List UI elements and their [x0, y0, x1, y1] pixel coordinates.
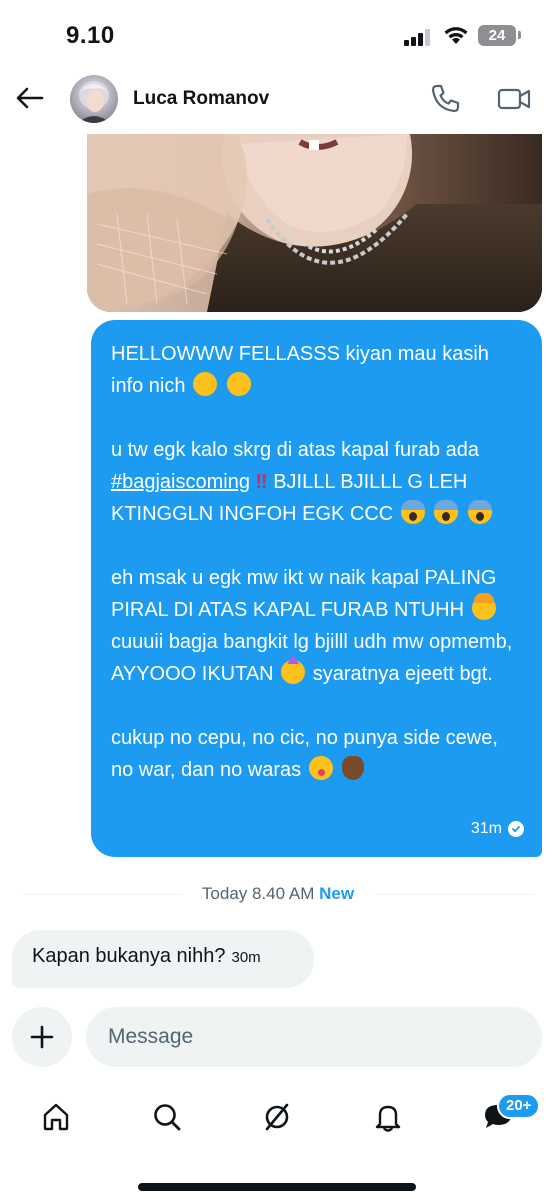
screaming-face-emoji	[400, 500, 425, 524]
date-divider-label: Today 8.40 AM New	[22, 884, 534, 904]
message-text-segment	[460, 503, 466, 525]
screaming-face-emoji	[434, 500, 459, 524]
message-paragraph: eh msak u egk mw ikt w naik kapal PALING…	[111, 562, 522, 690]
received-message-time: 30m	[231, 949, 261, 966]
partying-face-emoji	[281, 660, 306, 684]
messages-badge: 20+	[497, 1093, 541, 1119]
double-exclamation-emoji: ‼	[255, 471, 268, 493]
message-paragraph: cukup no cepu, no cic, no punya side cew…	[111, 722, 522, 786]
message-text-segment	[335, 759, 341, 781]
back-arrow-icon	[16, 87, 44, 109]
image-message[interactable]	[87, 134, 542, 312]
message-text-segment: HELLOWWW FELLASSS kiyan mau kasih info n…	[111, 343, 489, 397]
notifications-icon	[375, 1105, 401, 1132]
video-camera-icon	[497, 88, 531, 110]
date-divider-time: Today 8.40 AM	[201, 884, 315, 903]
home-indicator	[138, 1183, 416, 1191]
call-me-hand-emoji	[342, 756, 365, 780]
grok-icon	[265, 1103, 289, 1131]
avatar[interactable]	[70, 75, 118, 123]
phone-icon	[431, 84, 460, 113]
home-icon	[43, 1103, 69, 1131]
search-icon	[154, 1104, 181, 1131]
winking-tongue-emoji	[308, 756, 333, 780]
smirk-emoji	[226, 372, 251, 396]
received-message-bubble[interactable]: Kapan bukanya nihh? 30m	[12, 930, 314, 988]
sent-message-text: HELLOWWW FELLASSS kiyan mau kasih info n…	[111, 338, 522, 786]
nav-notifications[interactable]	[368, 1097, 408, 1137]
conversation-header: Luca Romanov	[0, 64, 554, 134]
photo-image	[87, 134, 542, 312]
message-text-segment: u tw egk kalo skrg di atas kapal furab a…	[111, 439, 479, 461]
hashtag-link[interactable]: #bagjaiscoming	[111, 471, 250, 493]
sent-message-time: 31m	[470, 820, 502, 837]
battery-indicator: 24	[478, 25, 516, 46]
read-check-icon	[508, 821, 524, 837]
back-button[interactable]	[12, 80, 48, 116]
add-attachment-button[interactable]	[12, 1007, 72, 1067]
plus-icon	[30, 1025, 54, 1049]
nav-search[interactable]	[147, 1097, 187, 1137]
message-text-segment: cukup no cepu, no cic, no punya side cew…	[111, 727, 498, 781]
message-input[interactable]	[86, 1007, 542, 1067]
bottom-navigation: 20+	[0, 1085, 554, 1199]
new-messages-label: New	[319, 884, 355, 903]
date-divider: Today 8.40 AM New	[22, 880, 534, 910]
nav-grok[interactable]	[257, 1097, 297, 1137]
smirk-emoji	[193, 372, 218, 396]
cellular-signal-icon	[404, 28, 434, 46]
message-text-segment	[427, 503, 433, 525]
contact-name[interactable]: Luca Romanov	[133, 88, 269, 110]
sent-message-bubble[interactable]: HELLOWWW FELLASSS kiyan mau kasih info n…	[91, 320, 542, 857]
message-text-segment	[219, 375, 225, 397]
exploding-head-emoji	[471, 593, 496, 620]
wifi-icon	[444, 27, 468, 44]
avatar-image	[78, 81, 110, 123]
message-text-segment: eh msak u egk mw ikt w naik kapal PALING…	[111, 567, 497, 621]
status-bar: 9.10 24	[0, 0, 554, 64]
received-message-text: Kapan bukanya nihh?	[32, 945, 226, 967]
sent-message-meta: 31m	[471, 813, 524, 845]
video-call-button[interactable]	[496, 82, 532, 116]
status-time: 9.10	[66, 22, 115, 49]
battery-cap	[518, 31, 521, 39]
message-text-segment: syaratnya ejeett bgt.	[307, 663, 493, 685]
screaming-face-emoji	[467, 500, 492, 524]
message-paragraph: u tw egk kalo skrg di atas kapal furab a…	[111, 434, 522, 530]
message-paragraph: HELLOWWW FELLASSS kiyan mau kasih info n…	[111, 338, 522, 402]
call-button[interactable]	[428, 82, 462, 116]
nav-home[interactable]	[36, 1097, 76, 1137]
